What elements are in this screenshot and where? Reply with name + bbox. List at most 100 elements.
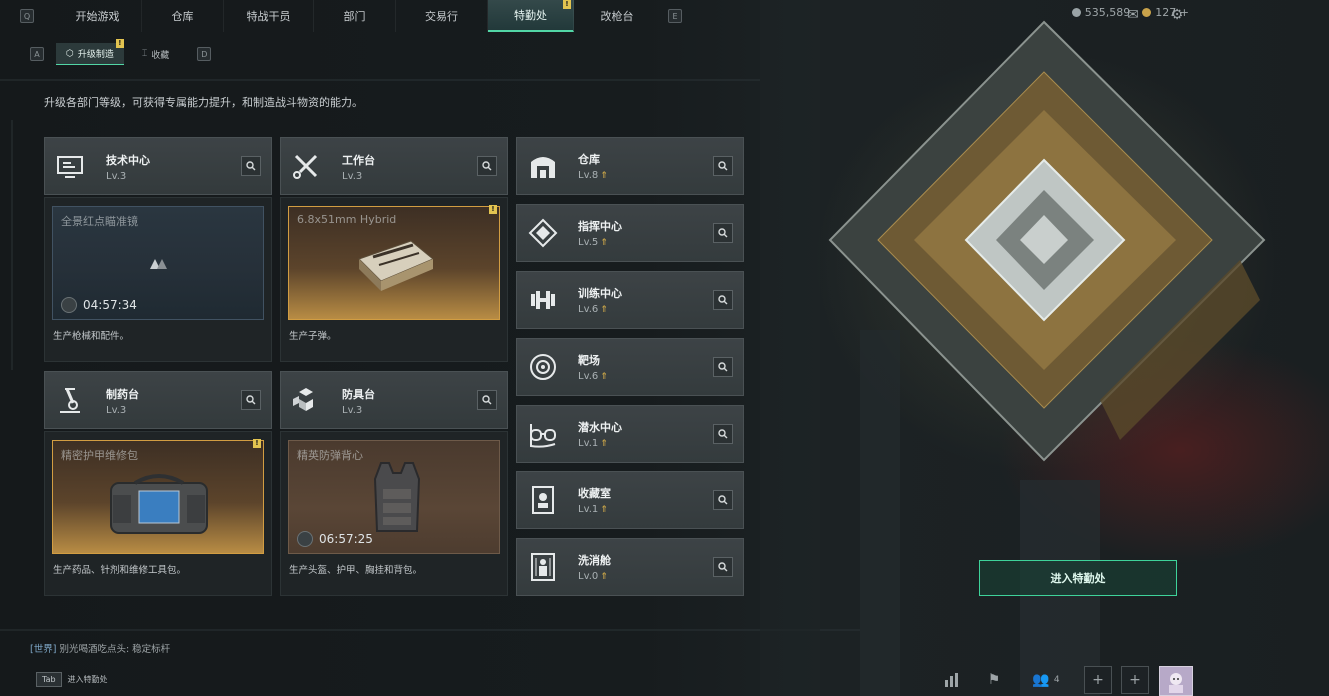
top-nav: Q 开始游戏 仓库 特战干员 部门 交易行 特勤处 ! 改枪台 E (0, 0, 700, 32)
nav-next-key[interactable]: E (660, 9, 690, 23)
mail-icon[interactable]: ✉ (1124, 6, 1142, 24)
station-product-panel[interactable]: 精英防弹背心 06:57:25 生产头盔、护甲、胸挂和背包。 (280, 431, 508, 596)
alert-badge: ! (253, 439, 261, 448)
station-product-panel[interactable]: 6.8x51mm Hybrid ! 生产子弹。 (280, 197, 508, 362)
alert-badge: ! (563, 0, 571, 9)
facility-name: 洗消舱 (578, 554, 611, 567)
product-slot[interactable]: 精英防弹背心 06:57:25 (288, 440, 500, 554)
world-chat[interactable]: [世界] 别光喝酒吃点头: 稳定标杆 (30, 641, 170, 655)
facility-level: Lv.5 ⇑ (578, 237, 608, 248)
timer-value: 06:57:25 (319, 532, 373, 546)
subtab-label: 收藏 (151, 50, 170, 61)
tab-warehouse[interactable]: 仓库 (142, 0, 224, 32)
search-button[interactable] (713, 490, 733, 510)
level-value: Lv.0 (578, 571, 599, 582)
alert-badge: ! (489, 205, 497, 214)
token-icon (1142, 8, 1152, 17)
upgrade-available-icon: ⇑ (600, 305, 608, 315)
product-slot[interactable]: 6.8x51mm Hybrid ! (288, 205, 500, 320)
product-slot[interactable]: 全景红点瞄准镜 04:57:34 (52, 206, 264, 320)
station-level: Lv.3 (106, 405, 127, 416)
station-level: Lv.3 (342, 405, 363, 416)
product-name: 6.8x51mm Hybrid (297, 213, 397, 226)
tab-departments[interactable]: 部门 (314, 0, 396, 32)
station-name: 技术中心 (106, 154, 150, 167)
search-button[interactable] (241, 390, 261, 410)
armor-bench-icon (293, 388, 313, 411)
facility-diving-center[interactable]: 潜水中心 Lv.1 ⇑ (516, 405, 744, 463)
facility-decon-chamber[interactable]: 洗消舱 Lv.0 ⇑ (516, 538, 744, 596)
search-button[interactable] (713, 223, 733, 243)
flag-icon[interactable]: ⚑ (980, 666, 1008, 694)
search-button[interactable] (477, 390, 497, 410)
sight-placeholder-icon (150, 259, 167, 269)
search-button[interactable] (241, 156, 261, 176)
upgrade-available-icon: ⇑ (600, 572, 608, 582)
facility-name: 指挥中心 (578, 220, 622, 233)
tab-label: 仓库 (171, 10, 194, 23)
workbench-icon (293, 154, 318, 179)
product-slot[interactable]: 精密护甲维修包 ! (52, 439, 264, 554)
timer-value: 04:57:34 (83, 298, 137, 312)
add-teammate-button[interactable]: + (1084, 666, 1112, 694)
tab-operators[interactable]: 特战干员 (224, 0, 314, 32)
upgrade-available-icon: ⇑ (600, 505, 608, 515)
tab-special-ops[interactable]: 特勤处 ! (488, 0, 574, 32)
repair-kit-bag-image (110, 474, 208, 534)
a-key-hint[interactable]: A (30, 47, 44, 61)
add-teammate-button[interactable]: + (1121, 666, 1149, 694)
d-key-hint[interactable]: D (197, 47, 212, 61)
facility-command-center[interactable]: 指挥中心 Lv.5 ⇑ (516, 204, 744, 262)
station-workbench[interactable]: 工作台 Lv.3 (280, 137, 508, 195)
search-button[interactable] (713, 357, 733, 377)
tab-label: 部门 (343, 10, 366, 23)
gear-icon[interactable]: ⚙ (1168, 6, 1186, 24)
upgrade-available-icon: ⇑ (600, 439, 608, 449)
training-center-icon (531, 291, 555, 309)
product-description: 生产药品、针剂和维修工具包。 (53, 565, 187, 576)
facility-warehouse[interactable]: 仓库 Lv.8 ⇑ (516, 137, 744, 195)
stats-icon[interactable] (938, 666, 966, 694)
collection-room-icon (532, 486, 554, 514)
tab-trading-post[interactable]: 交易行 (396, 0, 488, 32)
chat-channel: [世界] (30, 644, 57, 655)
tab-start-game[interactable]: 开始游戏 (54, 0, 142, 32)
station-armor-bench[interactable]: 防具台 Lv.3 (280, 371, 508, 429)
search-button[interactable] (713, 156, 733, 176)
tab-gunsmith[interactable]: 改枪台 (574, 0, 660, 32)
coins-display: 535,589 (1071, 6, 1130, 19)
product-description: 生产枪械和配件。 (53, 331, 130, 342)
tab-label: 交易行 (425, 10, 458, 23)
facility-level: Lv.6 ⇑ (578, 371, 608, 382)
facility-level: Lv.0 ⇑ (578, 571, 608, 582)
e-key-hint: E (668, 9, 682, 23)
station-pharmacy[interactable]: 制药台 Lv.3 (44, 371, 272, 429)
nav-prev-key[interactable]: Q (0, 9, 54, 23)
subtab-upgrade-craft[interactable]: ⬡ 升级制造 ! (56, 39, 124, 65)
facility-shooting-range[interactable]: 靶场 Lv.6 ⇑ (516, 338, 744, 396)
search-button[interactable] (713, 290, 733, 310)
station-name: 制药台 (106, 388, 139, 401)
bottom-key-hint[interactable]: Tab 进入特勤处 (36, 672, 108, 687)
enter-special-ops-button[interactable]: 进入特勤处 (979, 560, 1177, 596)
facility-name: 潜水中心 (578, 421, 622, 434)
station-product-panel[interactable]: 精密护甲维修包 ! 生产药品、针剂和维修工具包。 (44, 431, 272, 596)
facility-level: Lv.1 ⇑ (578, 438, 608, 449)
subtab-collection[interactable]: ⌶ 收藏 (132, 43, 179, 65)
search-button[interactable] (477, 156, 497, 176)
station-product-panel[interactable]: 全景红点瞄准镜 04:57:34 生产枪械和配件。 (44, 197, 272, 362)
facility-level: Lv.6 ⇑ (578, 304, 608, 315)
friends-button[interactable]: 👥 4 (1028, 666, 1064, 694)
facility-training-center[interactable]: 训练中心 Lv.6 ⇑ (516, 271, 744, 329)
product-name: 精英防弹背心 (297, 449, 363, 462)
upgrade-available-icon: ⇑ (600, 171, 608, 181)
wrench-timer-icon (297, 531, 313, 547)
search-button[interactable] (713, 424, 733, 444)
tab-label: 特勤处 (514, 9, 547, 22)
search-icon (718, 161, 728, 171)
facility-collection-room[interactable]: 收藏室 Lv.1 ⇑ (516, 471, 744, 529)
station-tech-center[interactable]: 技术中心 Lv.3 (44, 137, 272, 195)
avatar[interactable] (1159, 666, 1193, 696)
q-key-hint: Q (20, 9, 34, 23)
search-button[interactable] (713, 557, 733, 577)
